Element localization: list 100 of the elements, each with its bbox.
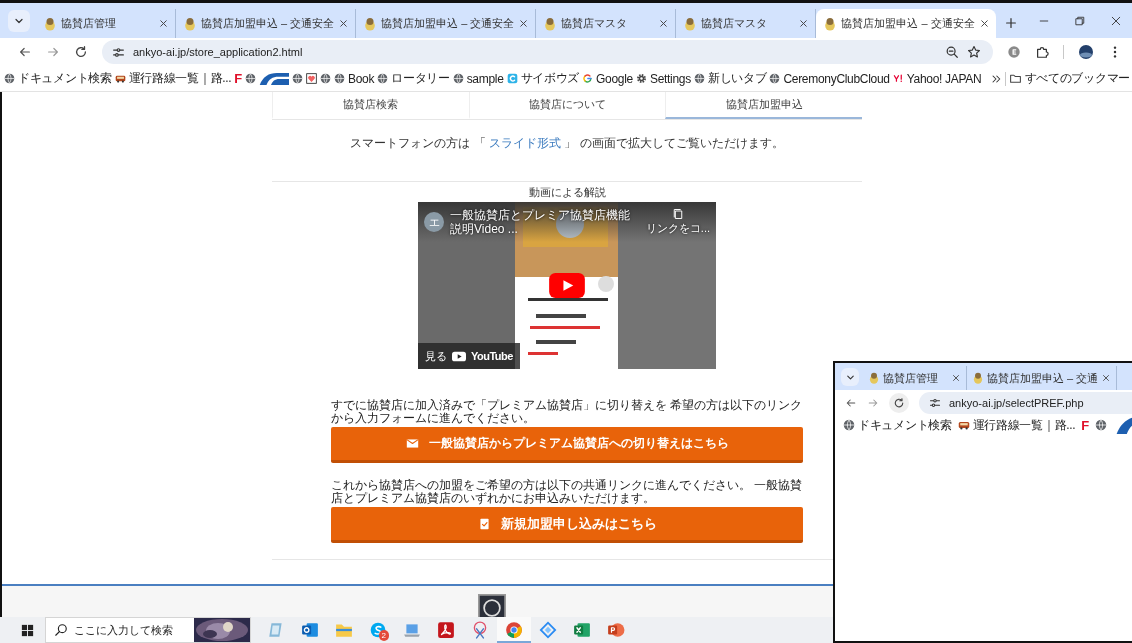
play-logo-icon	[452, 349, 466, 363]
video-title[interactable]: 一般協賛店とプレミア協賛店機能説明Video ...	[450, 208, 640, 236]
reload-icon[interactable]	[889, 392, 909, 413]
swoosh-logo-icon[interactable]	[258, 71, 289, 86]
site-settings-icon[interactable]	[112, 45, 125, 59]
back-icon[interactable]	[845, 396, 857, 409]
globe-icon	[769, 73, 781, 84]
favicon-icon	[43, 16, 57, 31]
folder-icon	[1008, 72, 1022, 85]
all-bookmarks-button[interactable]: すべてのブックマー	[1008, 70, 1130, 87]
browser-icon	[505, 621, 523, 639]
start-icon[interactable]	[20, 622, 35, 638]
copy-link-label[interactable]: リンクをコ...	[645, 221, 710, 236]
reload-icon[interactable]	[74, 45, 88, 59]
new-tab-icon[interactable]	[1003, 16, 1018, 30]
mail-app-icon	[301, 621, 319, 639]
bookmark-item[interactable]: 運行路線一覧｜路...	[957, 416, 1076, 434]
folder-icon	[335, 621, 353, 639]
globe-icon[interactable]	[319, 73, 331, 84]
bookmark-item[interactable]: ドキュメント検索	[4, 70, 112, 87]
address-bar[interactable]: ankyo-ai.jp/store_application2.html	[102, 40, 993, 64]
notepad-icon	[267, 621, 285, 639]
heart-icon[interactable]	[305, 73, 317, 84]
bookmark-item[interactable]: Yahoo! JAPAN	[892, 71, 982, 86]
close-icon[interactable]	[1101, 373, 1112, 383]
bookmark-item[interactable]: F	[1081, 417, 1089, 433]
clipboard-icon	[477, 517, 491, 530]
bookmark-item[interactable]: CeremonyClubCloud	[769, 71, 890, 86]
address-bar[interactable]: ankyo-ai.jp/selectPREF.php	[919, 391, 1132, 414]
bookmark-item[interactable]: Book	[333, 71, 375, 86]
watch-on-button[interactable]: 見る YouTube	[418, 343, 520, 369]
close-icon[interactable]	[338, 18, 350, 29]
favicon-icon	[972, 372, 984, 384]
bookmark-item[interactable]: F	[234, 71, 242, 86]
favicon-icon	[823, 16, 838, 31]
restore-icon[interactable]	[1074, 14, 1086, 27]
search-icon	[54, 623, 68, 637]
bus-icon	[114, 73, 126, 84]
tab-list-button[interactable]	[841, 368, 859, 386]
star-icon[interactable]	[967, 45, 981, 59]
close-icon[interactable]	[518, 18, 530, 29]
notification-badge: 2	[378, 630, 389, 641]
company-logo-icon	[478, 594, 506, 617]
avatar-icon[interactable]	[1078, 44, 1094, 60]
close-icon[interactable]	[658, 18, 670, 29]
nav-tab[interactable]: 協賛店について	[468, 92, 666, 119]
globe-icon	[4, 73, 15, 84]
search-field[interactable]: ここに入力して検索	[74, 624, 186, 636]
nav-tab[interactable]: 協賛店検索	[272, 92, 469, 119]
instruction-text: これから協賛店への加盟をご希望の方は以下の共通リンクに進んでください。 一般協賛店とプレミアム協賛店のいずれかにお申込みいただけます。	[331, 479, 803, 505]
copy-icon[interactable]	[671, 208, 684, 220]
bus-icon	[957, 419, 970, 431]
play-button[interactable]	[549, 273, 585, 298]
laptop-icon	[403, 621, 421, 639]
browser-tab[interactable]: 協賛店マスタ	[536, 9, 677, 38]
puzzle-icon[interactable]	[1035, 45, 1049, 59]
ring-icon	[582, 73, 594, 84]
video-caption: 動画による解説	[528, 185, 606, 200]
zoom-icon[interactable]	[945, 45, 959, 59]
close-icon[interactable]	[978, 18, 990, 29]
browser-tab[interactable]: 協賛店加盟申込 – 交通安全	[816, 9, 996, 38]
globe-icon	[693, 73, 705, 84]
app-icon	[506, 73, 518, 84]
tab-list-button[interactable]	[8, 10, 30, 32]
nav-tab[interactable]: 協賛店加盟申込	[665, 92, 862, 119]
globe-icon[interactable]	[291, 73, 303, 84]
favicon-icon	[868, 372, 880, 384]
browser-tab[interactable]: 協賛店加盟申込 – 交通安全	[356, 9, 537, 38]
browser-tab[interactable]: 協賛店管理	[863, 366, 967, 390]
close-icon[interactable]	[1110, 14, 1122, 27]
close-icon[interactable]	[798, 18, 810, 29]
globe-icon[interactable]	[1094, 419, 1107, 431]
back-icon[interactable]	[18, 45, 32, 59]
site-settings-icon[interactable]	[929, 396, 941, 409]
globe-icon[interactable]	[244, 73, 256, 84]
close-icon[interactable]	[951, 373, 961, 383]
search-box[interactable]: ここに入力して検索	[45, 617, 251, 643]
browser-tab[interactable]: 協賛店加盟申込 – 交通	[967, 366, 1118, 390]
bookmark-item[interactable]: Google	[582, 71, 633, 86]
taskbar-app[interactable]: 2	[361, 617, 395, 643]
browser-tab[interactable]: 協賛店加盟申込 – 交通安全	[176, 9, 357, 38]
slides-icon	[607, 621, 625, 639]
bookmark-item[interactable]: ロータリー	[377, 70, 450, 87]
browser-tab[interactable]: 協賛店管理	[36, 9, 176, 38]
notice-text: スマートフォンの方は 「 スライド形式 」 の画面で拡大してご覧いただけます。	[350, 135, 784, 152]
slide-format-link[interactable]: スライド形式	[489, 136, 561, 150]
bookmark-item[interactable]: Settings	[635, 71, 691, 86]
bookmark-item[interactable]: 運行路線一覧｜路...	[114, 70, 232, 87]
bookmark-item[interactable]: 新しいタブ	[693, 70, 767, 87]
globe-icon	[452, 73, 464, 84]
diamond-icon	[539, 621, 557, 639]
bookmark-item[interactable]: サイボウズ	[506, 70, 580, 87]
close-icon[interactable]	[158, 18, 169, 29]
mail-icon	[405, 437, 419, 450]
taskbar-app[interactable]	[497, 617, 531, 643]
extension-icon[interactable]	[1007, 45, 1021, 59]
bookmark-item[interactable]: sample	[452, 71, 504, 86]
gear-icon	[635, 73, 647, 84]
bookmark-item[interactable]: ドキュメント検索	[843, 416, 952, 434]
forward-icon[interactable]	[46, 45, 60, 59]
